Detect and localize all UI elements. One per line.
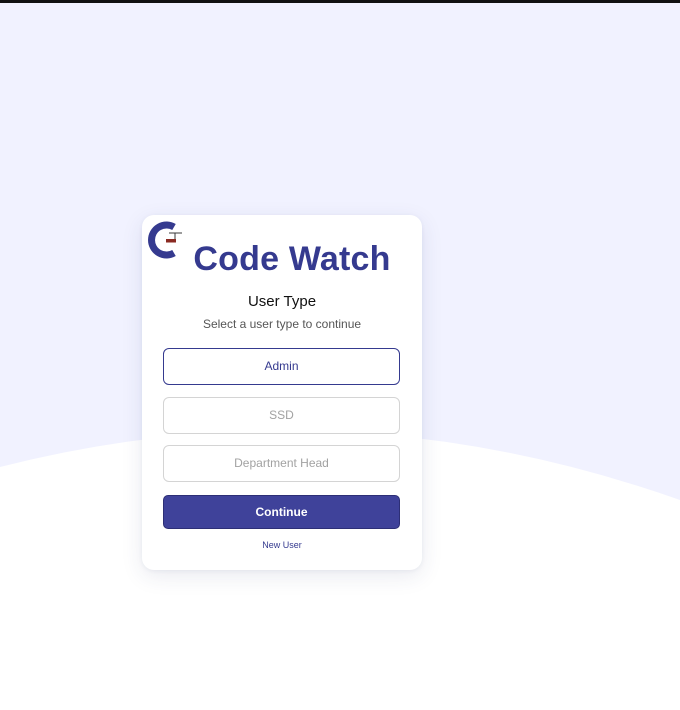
continue-button[interactable]: Continue [163, 495, 400, 529]
new-user-link[interactable]: New User [262, 540, 302, 550]
user-type-option-ssd[interactable]: SSD [163, 397, 400, 434]
user-type-option-department-head[interactable]: Department Head [163, 445, 400, 482]
new-user-row: New User [142, 540, 422, 551]
user-type-card: Code Watch User Type Select a user type … [142, 215, 422, 570]
user-type-option-admin[interactable]: Admin [163, 348, 400, 385]
brand-title: Code Watch [193, 240, 391, 278]
form-subtitle: Select a user type to continue [202, 317, 362, 331]
form-title: User Type [247, 293, 317, 310]
